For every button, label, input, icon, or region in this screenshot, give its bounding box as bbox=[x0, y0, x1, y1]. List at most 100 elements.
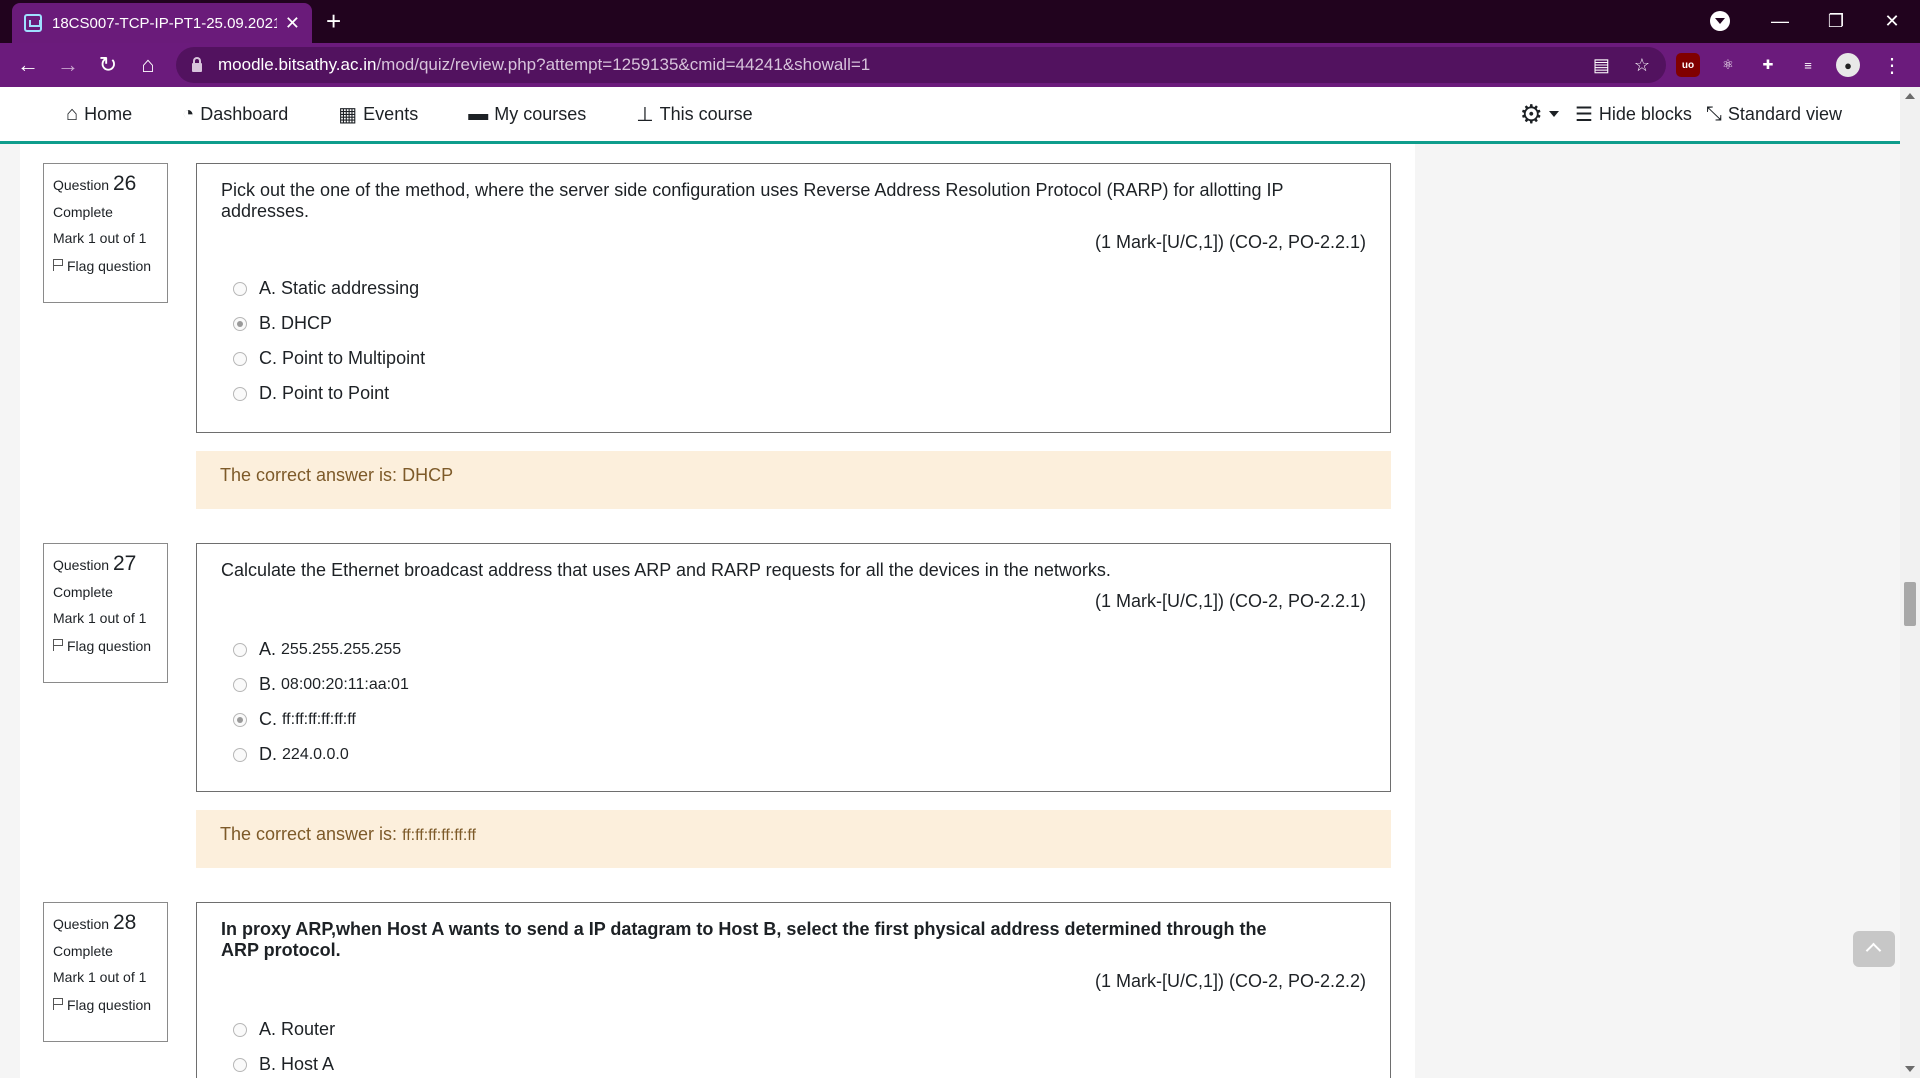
minimize-button[interactable]: — bbox=[1752, 11, 1808, 32]
correct-answer-feedback: The correct answer is: ff:ff:ff:ff:ff:ff bbox=[196, 810, 1391, 868]
radio-button[interactable] bbox=[233, 351, 247, 366]
tab-title: 18CS007-TCP-IP-PT1-25.09.2021 bbox=[52, 14, 277, 32]
question-number: 26 bbox=[112, 172, 137, 195]
nav-home[interactable]: ⌂ Home bbox=[66, 103, 132, 126]
answer-option[interactable]: A. 255.255.255.255 bbox=[221, 632, 1366, 667]
new-tab-button[interactable]: + bbox=[326, 6, 341, 36]
media-control-icon[interactable]: ≡ bbox=[1796, 53, 1820, 77]
nav-dashboard[interactable]: ◔ Dashboard bbox=[182, 103, 288, 126]
restore-button[interactable]: ❐ bbox=[1808, 11, 1864, 32]
tab-close-icon[interactable]: ✕ bbox=[285, 13, 300, 34]
answer-option[interactable]: D. Point to Point bbox=[221, 376, 1366, 411]
calendar-icon: ▦ bbox=[338, 103, 358, 126]
question-info: Question 27 Complete Mark 1 out of 1 Fla… bbox=[43, 543, 168, 683]
gear-icon: ⚙ bbox=[1519, 98, 1543, 129]
answer-letter: B. bbox=[259, 313, 277, 333]
scrollbar-thumb[interactable] bbox=[1904, 582, 1916, 626]
question-number: 27 bbox=[112, 552, 137, 575]
window-controls: — ❐ ✕ bbox=[1752, 0, 1920, 43]
question-marks: (1 Mark-[U/C,1]) (CO-2, PO-2.2.1) bbox=[1094, 591, 1366, 611]
answer-value: 08:00:20:11:aa:01 bbox=[281, 675, 409, 693]
reader-mode-icon[interactable]: ▤ bbox=[1593, 55, 1610, 76]
radio-button[interactable] bbox=[233, 642, 247, 657]
forward-arrow-icon[interactable]: → bbox=[48, 52, 88, 78]
feedback-label: The correct answer is: bbox=[220, 465, 398, 485]
radio-button[interactable] bbox=[233, 1022, 247, 1037]
close-window-button[interactable]: ✕ bbox=[1864, 11, 1920, 32]
feedback-value: ff:ff:ff:ff:ff:ff bbox=[402, 827, 476, 844]
flag-question-link[interactable]: Flag question bbox=[53, 258, 158, 274]
radio-button-selected[interactable] bbox=[233, 316, 247, 331]
answer-option[interactable]: C. Point to Multipoint bbox=[221, 341, 1366, 376]
page-scrollbar[interactable] bbox=[1900, 87, 1920, 1078]
answer-option[interactable]: C. ff:ff:ff:ff:ff:ff bbox=[221, 702, 1366, 737]
browser-menu-icon[interactable]: ⋮ bbox=[1882, 53, 1902, 78]
nav-events[interactable]: ▦ Events bbox=[338, 102, 418, 127]
extensions-puzzle-icon[interactable]: ✚ bbox=[1756, 53, 1780, 77]
standard-view-button[interactable]: ⤡ Standard view bbox=[1706, 103, 1842, 126]
profile-avatar[interactable]: ● bbox=[1836, 53, 1860, 77]
answer-value: Point to Multipoint bbox=[282, 348, 426, 368]
answer-list: A. Router B. Host A bbox=[221, 1012, 1366, 1082]
radio-button-selected[interactable] bbox=[233, 712, 247, 727]
answer-option[interactable]: B. Host A bbox=[221, 1047, 1366, 1082]
hide-blocks-button[interactable]: ☰ Hide blocks bbox=[1575, 102, 1692, 127]
answer-option[interactable]: A. Router bbox=[221, 1012, 1366, 1047]
settings-menu[interactable]: ⚙ bbox=[1520, 99, 1559, 130]
ublock-icon[interactable]: uo bbox=[1676, 53, 1700, 77]
scroll-up-arrow-icon[interactable] bbox=[1905, 93, 1915, 99]
radio-button[interactable] bbox=[233, 677, 247, 692]
browser-tab[interactable]: 18CS007-TCP-IP-PT1-25.09.2021 ✕ bbox=[12, 3, 312, 43]
reload-icon[interactable]: ↻ bbox=[88, 52, 128, 78]
back-arrow-icon[interactable]: ← bbox=[8, 52, 48, 78]
question-state: Complete bbox=[53, 204, 113, 220]
omnibox-icons: ▤ ☆ bbox=[1593, 47, 1650, 83]
answer-value: Static addressing bbox=[281, 278, 420, 298]
answer-value: DHCP bbox=[281, 313, 333, 333]
briefcase-icon: ▬ bbox=[468, 102, 489, 125]
primary-navigation: ⌂ Home ◔ Dashboard ▦ Events ▬ My courses ⊥ Th… bbox=[66, 87, 803, 141]
answer-option[interactable]: B. 08:00:20:11:aa:01 bbox=[221, 667, 1366, 702]
flag-question-link[interactable]: Flag question bbox=[53, 997, 158, 1013]
radio-button[interactable] bbox=[233, 747, 247, 762]
answer-option[interactable]: B. DHCP bbox=[221, 306, 1366, 341]
standard-view-label: Standard view bbox=[1727, 103, 1842, 124]
react-devtools-icon[interactable]: ⚛ bbox=[1716, 53, 1740, 77]
home-icon[interactable]: ⌂ bbox=[128, 52, 168, 78]
nav-my-courses[interactable]: ▬ My courses bbox=[468, 103, 586, 126]
answer-letter: B. bbox=[259, 674, 277, 694]
nav-events-label: Events bbox=[363, 103, 419, 124]
question-info: Question 28 Complete Mark 1 out of 1 Fla… bbox=[43, 902, 168, 1042]
nav-this-course[interactable]: ⊥ This course bbox=[636, 102, 752, 127]
radio-button[interactable] bbox=[233, 386, 247, 401]
secondary-navigation: ⚙ ☰ Hide blocks ⤡ Standard view bbox=[1520, 87, 1900, 141]
question-label: Question bbox=[53, 557, 110, 573]
home-icon: ⌂ bbox=[66, 102, 79, 125]
answer-letter: B. bbox=[259, 1054, 277, 1074]
answer-letter: C. bbox=[259, 709, 277, 729]
question-box: Pick out the one of the method, where th… bbox=[196, 163, 1391, 433]
lock-icon[interactable] bbox=[192, 57, 202, 72]
caret-down-icon bbox=[1548, 111, 1559, 117]
question-grade: Mark 1 out of 1 bbox=[53, 230, 147, 246]
question-text: In proxy ARP,when Host A wants to send a… bbox=[221, 919, 1267, 960]
question-state: Complete bbox=[53, 584, 113, 600]
question-label: Question bbox=[53, 177, 110, 193]
flag-question-link[interactable]: Flag question bbox=[53, 638, 158, 654]
answer-option[interactable]: D. 224.0.0.0 bbox=[221, 737, 1366, 772]
answer-letter: C. bbox=[259, 348, 277, 368]
scroll-down-arrow-icon[interactable] bbox=[1905, 1066, 1915, 1072]
radio-button[interactable] bbox=[233, 281, 247, 296]
question-box: Calculate the Ethernet broadcast address… bbox=[196, 543, 1391, 792]
answer-option[interactable]: A. Static addressing bbox=[221, 271, 1366, 306]
answer-list: A. Static addressing B. DHCP C. Point to… bbox=[221, 271, 1366, 411]
address-bar[interactable]: moodle.bitsathy.ac.in/mod/quiz/review.ph… bbox=[176, 47, 1666, 83]
moodle-navbar: ⌂ Home ◔ Dashboard ▦ Events ▬ My courses ⊥ Th… bbox=[0, 87, 1900, 144]
tab-search-icon[interactable] bbox=[1710, 11, 1730, 31]
bookmark-star-icon[interactable]: ☆ bbox=[1634, 55, 1650, 76]
radio-button[interactable] bbox=[233, 1057, 247, 1072]
flag-icon bbox=[53, 259, 63, 271]
answer-letter: D. bbox=[259, 383, 277, 403]
back-to-top-button[interactable] bbox=[1853, 931, 1895, 967]
url-path: /mod/quiz/review.php?attempt=1259135&cmi… bbox=[376, 55, 871, 74]
